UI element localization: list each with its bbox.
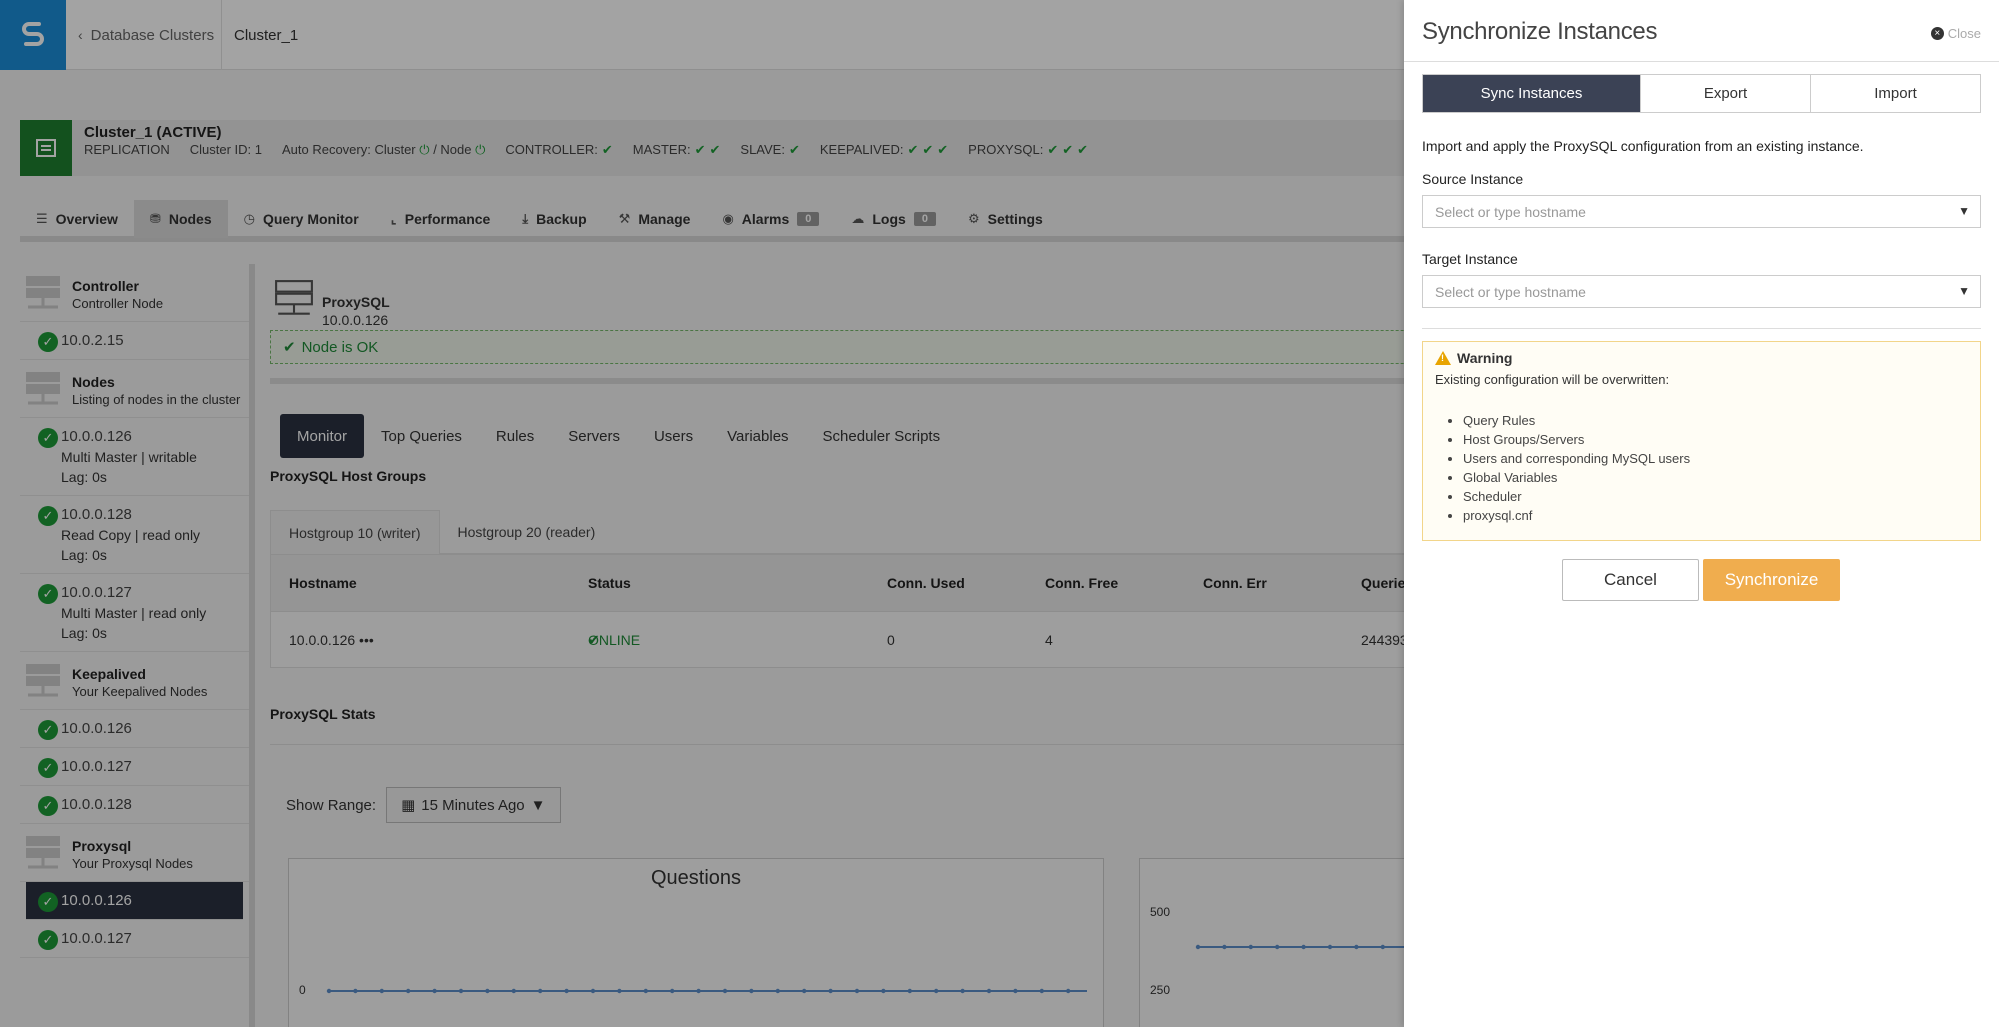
warning-header: Warning xyxy=(1435,350,1968,366)
panel-description: Import and apply the ProxySQL configurat… xyxy=(1422,138,1864,154)
close-icon: × xyxy=(1930,27,1944,40)
divider xyxy=(1404,61,1999,62)
warning-list: Query Rules Host Groups/Servers Users an… xyxy=(1435,411,1968,525)
list-item: Scheduler xyxy=(1463,487,1968,506)
close-button[interactable]: × Close xyxy=(1930,26,1981,41)
warning-text: Existing configuration will be overwritt… xyxy=(1435,372,1670,387)
target-instance-select[interactable]: Select or type hostname ▼ xyxy=(1422,275,1981,308)
target-instance-label: Target Instance xyxy=(1422,251,1518,267)
list-item: Host Groups/Servers xyxy=(1463,430,1968,449)
tab-export[interactable]: Export xyxy=(1641,75,1811,112)
source-instance-select[interactable]: Select or type hostname ▼ xyxy=(1422,195,1981,228)
synchronize-panel: Synchronize Instances × Close Sync Insta… xyxy=(1404,0,1999,1027)
tab-import[interactable]: Import xyxy=(1811,75,1980,112)
cancel-button[interactable]: Cancel xyxy=(1562,559,1699,601)
panel-tabs: Sync Instances Export Import xyxy=(1422,74,1981,113)
caret-down-icon: ▼ xyxy=(1958,284,1970,298)
caret-down-icon: ▼ xyxy=(1958,204,1970,218)
list-item: Global Variables xyxy=(1463,468,1968,487)
source-instance-label: Source Instance xyxy=(1422,171,1524,187)
list-item: Users and corresponding MySQL users xyxy=(1463,449,1968,468)
list-item: Query Rules xyxy=(1463,411,1968,430)
tab-sync-instances[interactable]: Sync Instances xyxy=(1423,75,1641,112)
synchronize-button[interactable]: Synchronize xyxy=(1703,559,1840,601)
panel-title: Synchronize Instances xyxy=(1422,18,1658,45)
warning-box: Warning Existing configuration will be o… xyxy=(1422,341,1981,541)
warning-icon xyxy=(1435,351,1451,365)
divider xyxy=(1422,328,1981,329)
list-item: proxysql.cnf xyxy=(1463,506,1968,525)
